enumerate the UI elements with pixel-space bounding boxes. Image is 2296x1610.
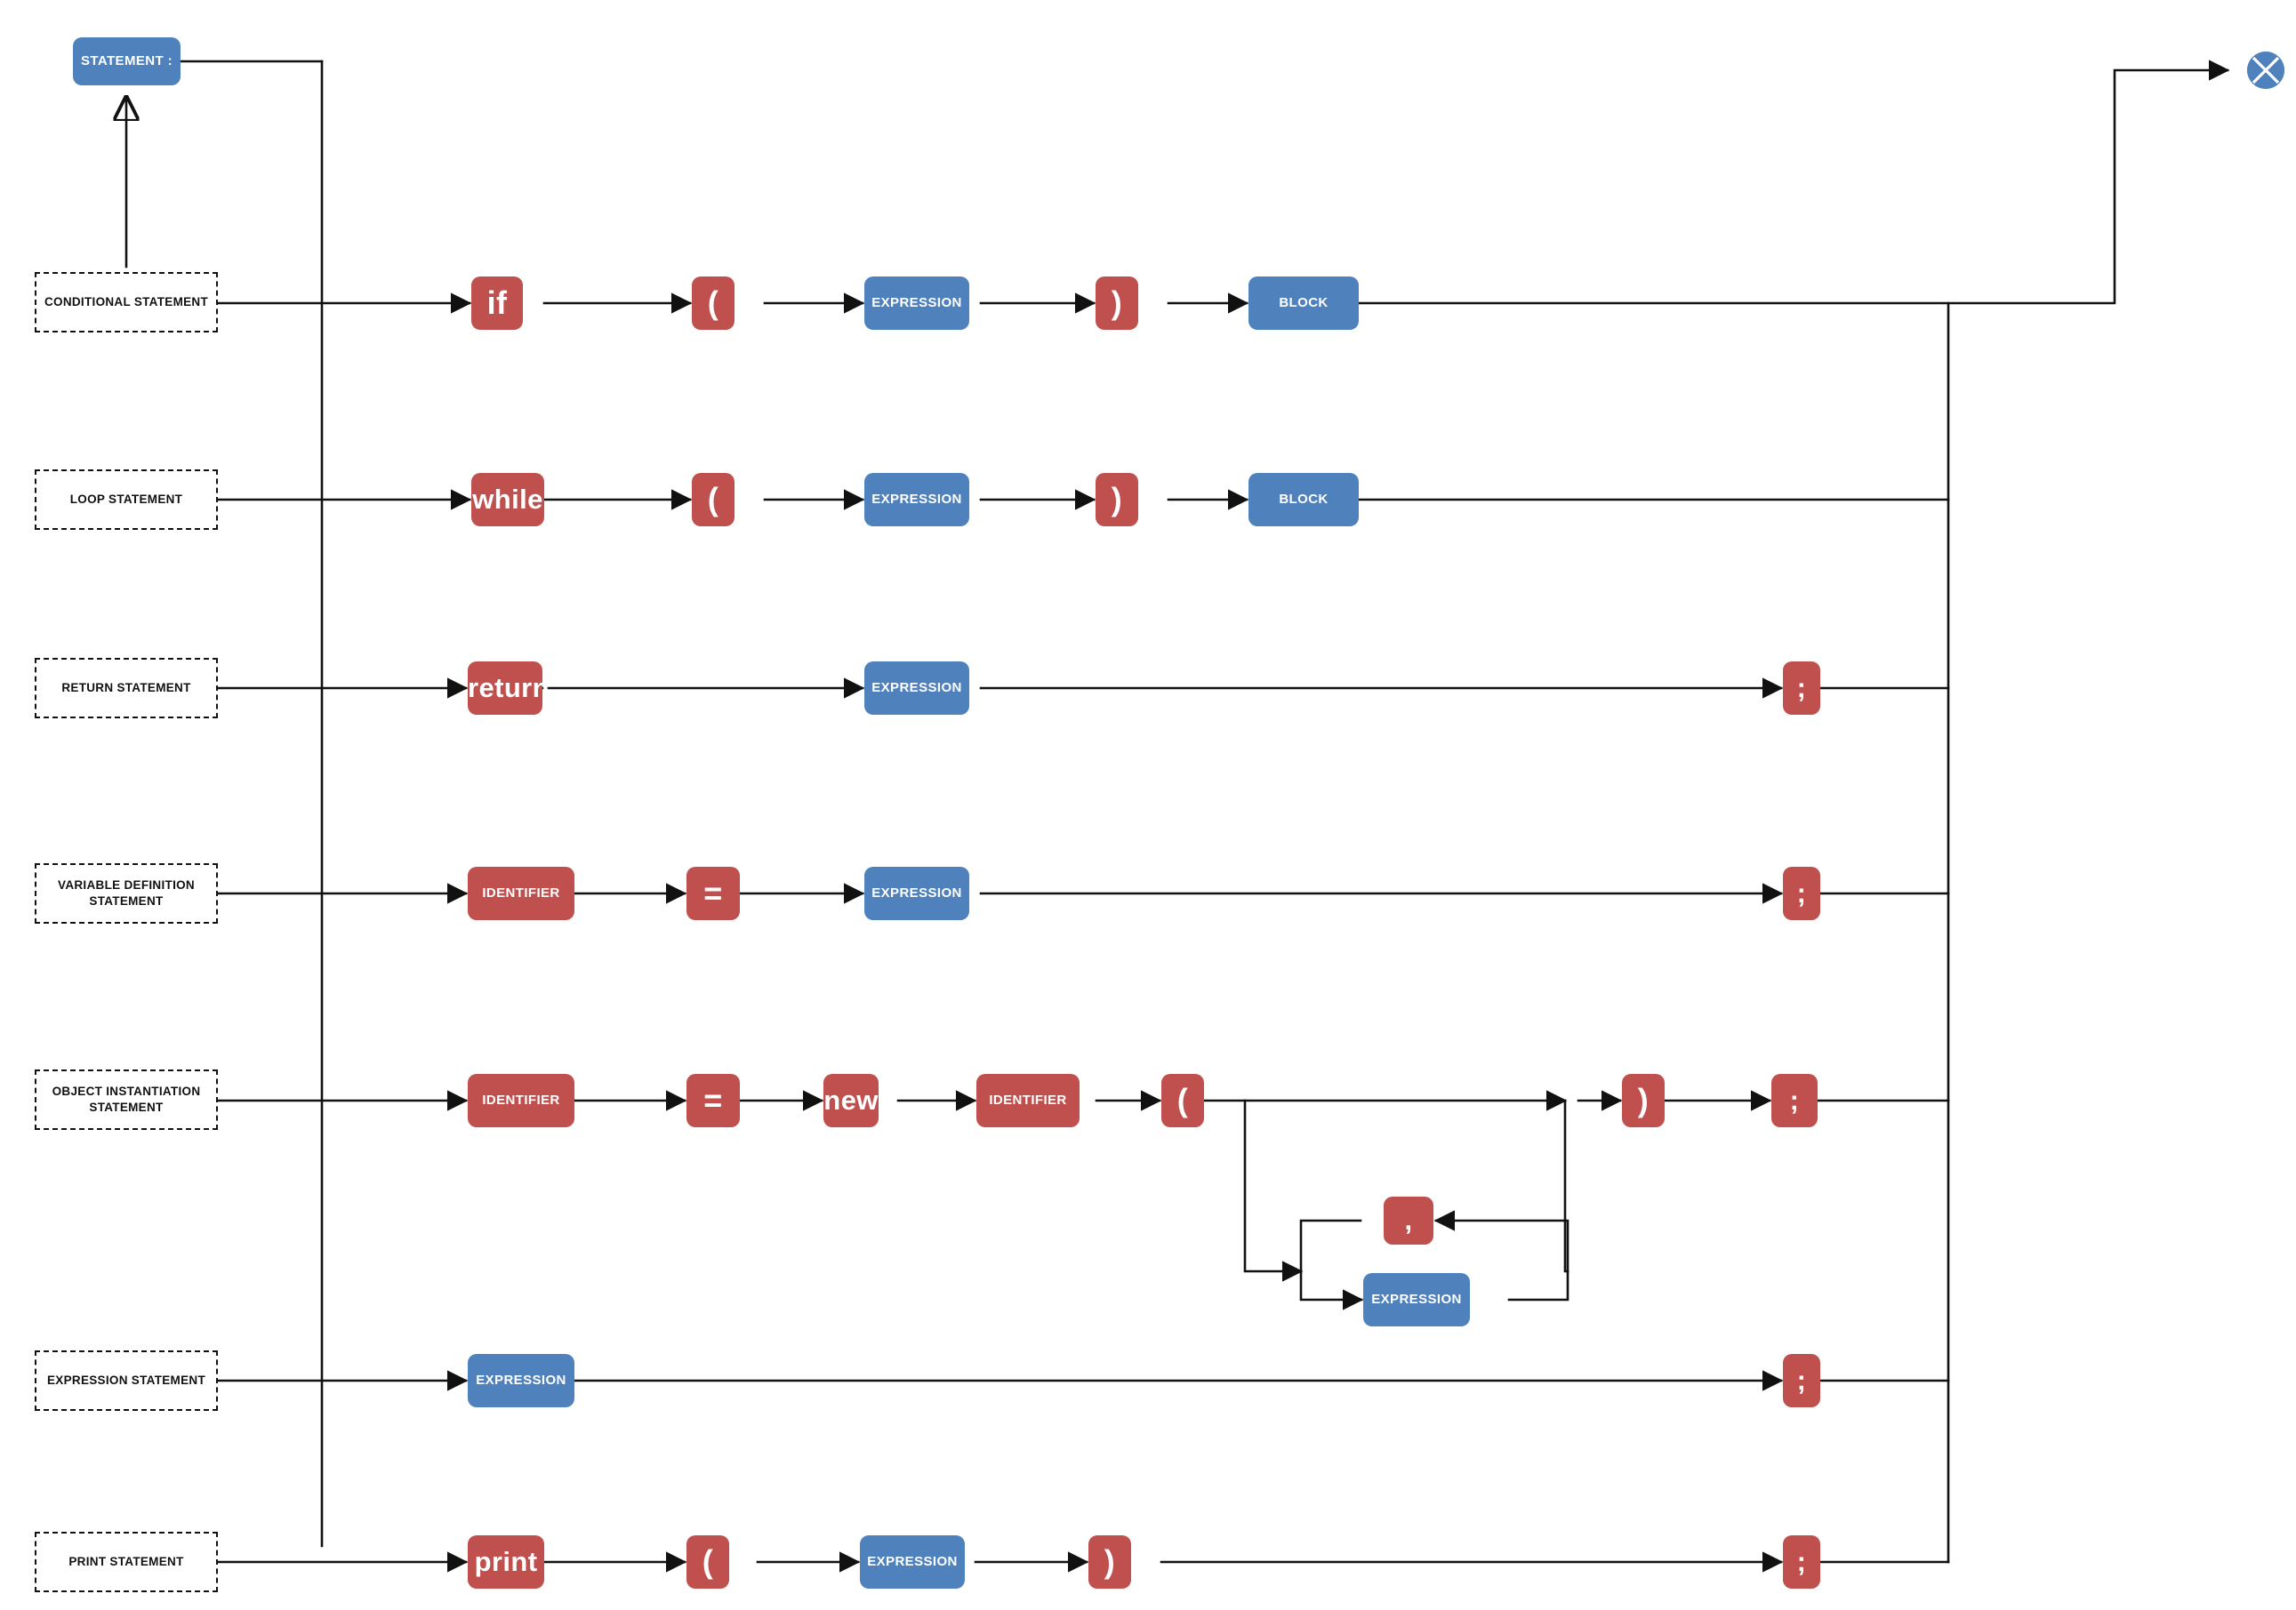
- circle-cross-icon-svg: [2247, 52, 2284, 89]
- group-variable-definition-statement-label: VARIABLE DEFINITION STATEMENT: [58, 877, 195, 908]
- node-exprstmt-expression-label: EXPRESSION: [476, 1373, 566, 1389]
- node-obj-assign-label: =: [703, 1082, 723, 1119]
- group-expression-statement-label: EXPRESSION STATEMENT: [46, 1373, 206, 1387]
- node-var-semicolon-label: ;: [1796, 877, 1807, 909]
- group-object-instantiation-statement-label: OBJECT INSTANTIATION STATEMENT: [52, 1084, 201, 1114]
- node-new-keyword[interactable]: new: [823, 1074, 879, 1127]
- group-return-statement[interactable]: RETURN STATEMENT: [35, 658, 218, 718]
- node-loop-expression[interactable]: EXPRESSION: [864, 473, 969, 526]
- node-loop-open-paren[interactable]: (: [692, 473, 735, 526]
- railroad-diagram-canvas: STATEMENT : CONDITIONAL STATEMENT LOOP S…: [0, 0, 2296, 1610]
- node-obj-arg-comma-label: ,: [1404, 1204, 1413, 1236]
- node-var-assign-label: =: [703, 875, 723, 912]
- connector-lines: [0, 60, 2230, 1573]
- group-loop-statement[interactable]: LOOP STATEMENT: [35, 469, 218, 530]
- node-obj-semicolon-label: ;: [1789, 1084, 1800, 1116]
- node-var-expression-label: EXPRESSION: [871, 885, 962, 901]
- node-if-keyword[interactable]: if: [471, 276, 523, 330]
- node-cond-close-paren-label: ): [1111, 284, 1123, 322]
- node-loop-block[interactable]: BLOCK: [1248, 473, 1359, 526]
- node-obj-open-paren[interactable]: (: [1161, 1074, 1204, 1127]
- node-cond-expression[interactable]: EXPRESSION: [864, 276, 969, 330]
- group-conditional-statement-label: CONDITIONAL STATEMENT: [44, 294, 209, 308]
- node-obj-class-identifier[interactable]: IDENTIFIER: [976, 1074, 1080, 1127]
- node-obj-identifier-label: IDENTIFIER: [482, 1093, 560, 1109]
- root-node-label: STATEMENT :: [81, 53, 173, 69]
- node-var-assign[interactable]: =: [686, 867, 740, 920]
- node-return-expression-label: EXPRESSION: [871, 680, 962, 696]
- node-while-keyword-label: while: [472, 483, 543, 515]
- node-var-identifier[interactable]: IDENTIFIER: [468, 867, 574, 920]
- node-obj-close-paren[interactable]: ): [1622, 1074, 1665, 1127]
- node-print-close-paren[interactable]: ): [1088, 1535, 1131, 1589]
- node-loop-close-paren-label: ): [1111, 481, 1123, 518]
- node-print-semicolon-label: ;: [1796, 1545, 1807, 1577]
- circle-cross-icon: [2247, 52, 2284, 89]
- node-print-keyword[interactable]: print: [468, 1535, 544, 1589]
- group-print-statement[interactable]: PRINT STATEMENT: [35, 1532, 218, 1592]
- node-var-identifier-label: IDENTIFIER: [482, 885, 560, 901]
- node-new-keyword-label: new: [823, 1084, 879, 1116]
- node-return-keyword-label: return: [468, 671, 550, 703]
- node-print-expression-label: EXPRESSION: [867, 1554, 958, 1570]
- group-object-instantiation-statement[interactable]: OBJECT INSTANTIATION STATEMENT: [35, 1069, 218, 1130]
- node-loop-close-paren[interactable]: ): [1096, 473, 1138, 526]
- group-print-statement-label: PRINT STATEMENT: [68, 1554, 184, 1568]
- node-loop-expression-label: EXPRESSION: [871, 492, 962, 508]
- node-print-semicolon[interactable]: ;: [1783, 1535, 1820, 1589]
- node-var-semicolon[interactable]: ;: [1783, 867, 1820, 920]
- node-loop-open-paren-label: (: [707, 481, 719, 518]
- node-obj-arg-expression-label: EXPRESSION: [1371, 1292, 1462, 1308]
- node-obj-semicolon[interactable]: ;: [1771, 1074, 1818, 1127]
- group-conditional-statement[interactable]: CONDITIONAL STATEMENT: [35, 272, 218, 332]
- node-if-keyword-label: if: [486, 284, 508, 322]
- root-node-statement[interactable]: STATEMENT :: [73, 37, 181, 85]
- node-exprstmt-semicolon[interactable]: ;: [1783, 1354, 1820, 1407]
- node-obj-arg-expression[interactable]: EXPRESSION: [1363, 1273, 1470, 1326]
- node-return-keyword[interactable]: return: [468, 661, 550, 715]
- node-loop-block-label: BLOCK: [1279, 492, 1329, 508]
- node-exprstmt-semicolon-label: ;: [1796, 1364, 1807, 1396]
- node-obj-class-identifier-label: IDENTIFIER: [989, 1093, 1067, 1109]
- node-cond-close-paren[interactable]: ): [1096, 276, 1138, 330]
- node-obj-identifier[interactable]: IDENTIFIER: [468, 1074, 574, 1127]
- node-obj-open-paren-label: (: [1176, 1082, 1189, 1119]
- group-return-statement-label: RETURN STATEMENT: [61, 680, 191, 694]
- node-obj-assign[interactable]: =: [686, 1074, 740, 1127]
- node-return-expression[interactable]: EXPRESSION: [864, 661, 969, 715]
- node-obj-close-paren-label: ): [1637, 1082, 1650, 1119]
- node-print-open-paren-label: (: [702, 1543, 714, 1581]
- node-cond-expression-label: EXPRESSION: [871, 295, 962, 311]
- group-expression-statement[interactable]: EXPRESSION STATEMENT: [35, 1350, 218, 1411]
- node-cond-block-label: BLOCK: [1279, 295, 1329, 311]
- node-cond-block[interactable]: BLOCK: [1248, 276, 1359, 330]
- group-loop-statement-label: LOOP STATEMENT: [69, 492, 183, 506]
- node-obj-arg-comma[interactable]: ,: [1384, 1197, 1433, 1245]
- group-variable-definition-statement[interactable]: VARIABLE DEFINITION STATEMENT: [35, 863, 218, 924]
- node-cond-open-paren[interactable]: (: [692, 276, 735, 330]
- node-return-semicolon-label: ;: [1796, 671, 1807, 703]
- node-var-expression[interactable]: EXPRESSION: [864, 867, 969, 920]
- node-exprstmt-expression[interactable]: EXPRESSION: [468, 1354, 574, 1407]
- node-return-semicolon[interactable]: ;: [1783, 661, 1820, 715]
- node-cond-open-paren-label: (: [707, 284, 719, 322]
- node-print-open-paren[interactable]: (: [686, 1535, 729, 1589]
- node-print-close-paren-label: ): [1104, 1543, 1116, 1581]
- node-print-keyword-label: print: [474, 1545, 538, 1577]
- node-while-keyword[interactable]: while: [471, 473, 544, 526]
- node-print-expression[interactable]: EXPRESSION: [860, 1535, 965, 1589]
